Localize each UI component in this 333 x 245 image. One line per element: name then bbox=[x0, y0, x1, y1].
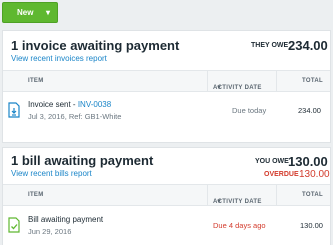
invoices-table-header: ITEM ACTIVITY DATE ▼ TOTAL bbox=[3, 70, 330, 92]
row-title[interactable]: Bill awaiting payment bbox=[28, 215, 103, 224]
column-divider bbox=[207, 185, 208, 205]
new-button-label: New bbox=[17, 8, 34, 17]
bills-report-link[interactable]: View recent bills report bbox=[11, 169, 92, 178]
overdue-label: OVERDUE bbox=[264, 171, 299, 178]
row-due-status: Due today bbox=[232, 106, 267, 115]
you-owe-amount: 130.00 bbox=[288, 154, 328, 169]
bill-document-icon bbox=[8, 217, 20, 233]
row-subtitle: Jun 29, 2016 bbox=[28, 227, 72, 236]
column-item: ITEM bbox=[28, 78, 44, 84]
row-due-status: Due 4 days ago bbox=[213, 221, 266, 230]
invoices-report-link[interactable]: View recent invoices report bbox=[11, 54, 107, 63]
invoices-panel: 1 invoice awaiting payment View recent i… bbox=[2, 30, 331, 143]
row-title[interactable]: Invoice sent - INV-0038 bbox=[28, 100, 111, 109]
column-total: TOTAL bbox=[302, 192, 323, 198]
new-button[interactable]: New ▾ bbox=[2, 2, 58, 23]
sort-caret-icon: ▼ bbox=[216, 85, 223, 91]
bills-panel: 1 bill awaiting payment View recent bill… bbox=[2, 147, 331, 245]
overdue-amount: 130.00 bbox=[299, 169, 330, 180]
invoice-document-icon bbox=[8, 102, 20, 118]
row-title-separator: - bbox=[70, 100, 78, 109]
invoice-number-link[interactable]: INV-0038 bbox=[78, 100, 111, 109]
row-total: 130.00 bbox=[300, 221, 323, 230]
row-subtitle: Jul 3, 2016, Ref: GB1-White bbox=[28, 112, 122, 121]
invoices-title: 1 invoice awaiting payment bbox=[11, 38, 180, 53]
you-owe-label: YOU OWE bbox=[255, 158, 289, 165]
sort-caret-icon: ▼ bbox=[216, 199, 223, 205]
they-owe-label: THEY OWE bbox=[251, 42, 289, 49]
row-total: 234.00 bbox=[298, 106, 321, 115]
column-item: ITEM bbox=[28, 192, 44, 198]
column-divider bbox=[276, 71, 277, 91]
row-title-text: Invoice sent bbox=[28, 100, 71, 109]
column-divider bbox=[276, 185, 277, 205]
they-owe-amount: 234.00 bbox=[288, 38, 328, 53]
column-total: TOTAL bbox=[302, 78, 323, 84]
chevron-down-icon[interactable]: ▾ bbox=[46, 7, 50, 19]
bills-title: 1 bill awaiting payment bbox=[11, 153, 154, 168]
column-divider bbox=[207, 71, 208, 91]
bills-table-header: ITEM ACTIVITY DATE ▼ TOTAL bbox=[3, 184, 330, 206]
